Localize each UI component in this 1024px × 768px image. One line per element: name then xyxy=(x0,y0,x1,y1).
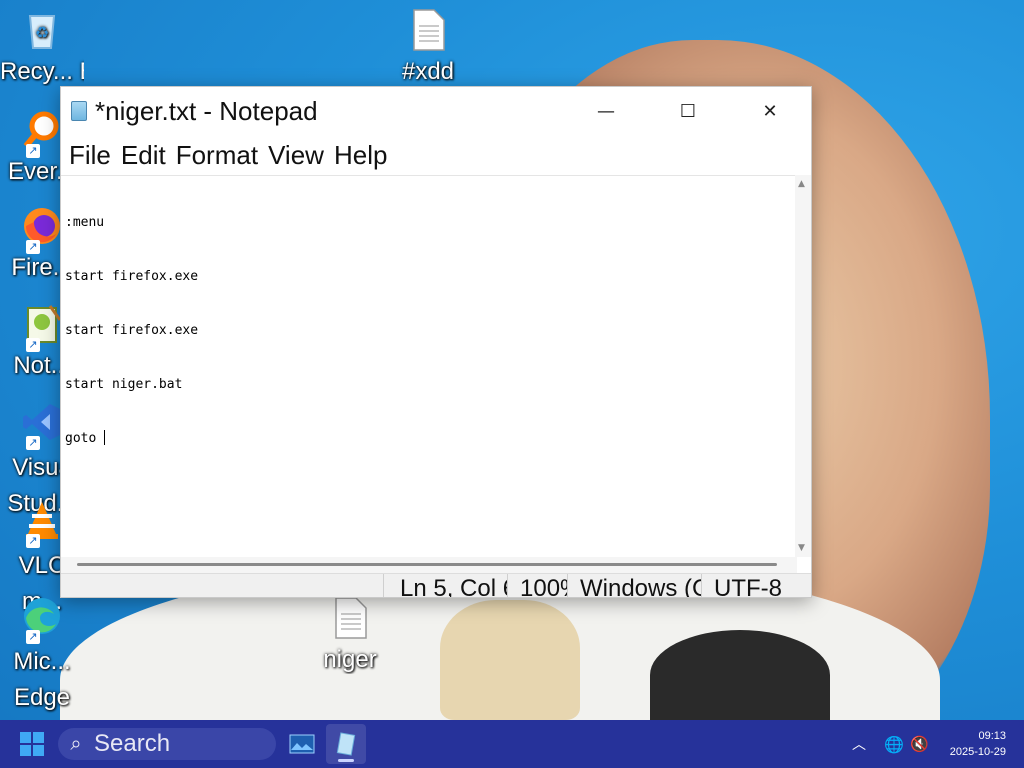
visual-studio-icon: ↗ xyxy=(20,400,64,450)
tray-overflow-chevron-icon[interactable]: ︿ xyxy=(852,720,866,768)
title-bar[interactable]: *niger.txt - Notepad — ☐ ✕ xyxy=(61,87,811,135)
menu-help[interactable]: Help xyxy=(332,140,395,171)
active-app-indicator xyxy=(338,759,354,762)
window-title: *niger.txt - Notepad xyxy=(95,95,318,126)
notepad-window[interactable]: *niger.txt - Notepad — ☐ ✕ File Edit For… xyxy=(60,86,812,598)
desktop-icon-xdd-file[interactable]: #xdd xyxy=(386,8,470,86)
status-zoom: 100% xyxy=(507,574,567,597)
menu-format[interactable]: Format xyxy=(174,140,266,171)
edge-icon: ↗ xyxy=(20,594,64,644)
vertical-scrollbar[interactable]: ▲ ▼ xyxy=(795,175,811,557)
start-button[interactable] xyxy=(20,732,44,756)
shortcut-arrow-icon: ↗ xyxy=(26,240,40,254)
shortcut-arrow-icon: ↗ xyxy=(26,630,40,644)
shortcut-arrow-icon: ↗ xyxy=(26,338,40,352)
windows-logo-icon xyxy=(20,732,31,743)
scroll-down-arrow-icon[interactable]: ▼ xyxy=(798,543,805,553)
clock-date: 2025-10-29 xyxy=(949,746,1006,758)
status-line-ending: Windows (CRLF) xyxy=(567,574,701,597)
maximize-button[interactable]: ☐ xyxy=(647,87,729,135)
menu-file[interactable]: File xyxy=(67,140,119,171)
wallpaper-collar xyxy=(440,600,580,720)
notepad-taskbar-icon xyxy=(336,732,356,756)
editor-line-current: goto xyxy=(65,430,106,446)
landscape-app-icon xyxy=(289,734,315,754)
status-bar: Ln 5, Col 6 100% Windows (CRLF) UTF-8 xyxy=(61,573,811,597)
scroll-up-arrow-icon[interactable]: ▲ xyxy=(798,179,805,189)
shortcut-arrow-icon: ↗ xyxy=(26,436,40,450)
editor-line: start niger.bat xyxy=(65,377,183,392)
status-encoding: UTF-8 xyxy=(701,574,811,597)
system-clock[interactable]: 09:13 2025-10-29 xyxy=(950,728,1006,760)
search-label: Search xyxy=(94,730,171,757)
menu-edit[interactable]: Edit xyxy=(119,140,174,171)
menu-view[interactable]: View xyxy=(266,140,332,171)
editor-line: start firefox.exe xyxy=(65,269,199,284)
desktop-icon-recycle-bin[interactable]: ♻ Recy... Bin xyxy=(0,8,84,86)
clock-time: 09:13 xyxy=(978,730,1006,742)
volume-muted-icon[interactable]: 🔇 xyxy=(910,720,929,768)
desktop-icon-edge[interactable]: ↗ Mic... Edge xyxy=(0,594,84,716)
status-position: Ln 5, Col 6 xyxy=(383,574,507,597)
editor-line: :menu xyxy=(65,215,105,230)
desktop-icon-niger-file[interactable]: niger xyxy=(308,596,392,674)
network-globe-icon[interactable]: 🌐 xyxy=(884,720,904,768)
everything-search-icon: ↗ xyxy=(20,108,64,158)
taskbar-app-task-view[interactable] xyxy=(282,724,322,764)
wallpaper-shadow xyxy=(650,630,830,720)
shortcut-arrow-icon: ↗ xyxy=(26,144,40,158)
firefox-icon: ↗ xyxy=(20,204,64,254)
horizontal-scroll-thumb[interactable] xyxy=(77,563,777,566)
horizontal-scrollbar[interactable] xyxy=(61,557,797,573)
text-file-icon xyxy=(406,8,450,52)
taskbar: ⌕ Search ︿ 🌐 🔇 09:13 2025-10-29 xyxy=(0,720,1024,768)
close-button[interactable]: ✕ xyxy=(729,87,811,135)
vlc-icon: ↗ xyxy=(20,498,64,548)
taskbar-app-notepad[interactable] xyxy=(326,724,366,764)
notepadpp-icon: ↗ xyxy=(20,302,64,352)
text-file-icon xyxy=(328,596,372,640)
recycle-bin-icon: ♻ xyxy=(20,8,64,52)
text-caret xyxy=(104,430,106,445)
taskbar-search[interactable]: ⌕ Search xyxy=(58,728,276,760)
shortcut-arrow-icon: ↗ xyxy=(26,534,40,548)
editor-line: start firefox.exe xyxy=(65,323,199,338)
notepad-app-icon xyxy=(71,101,87,121)
search-icon: ⌕ xyxy=(70,732,82,755)
svg-text:♻: ♻ xyxy=(35,25,49,42)
menu-bar: File Edit Format View Help xyxy=(61,135,811,175)
minimize-button[interactable]: — xyxy=(565,87,647,135)
text-editor[interactable]: :menu start firefox.exe start firefox.ex… xyxy=(61,175,797,557)
